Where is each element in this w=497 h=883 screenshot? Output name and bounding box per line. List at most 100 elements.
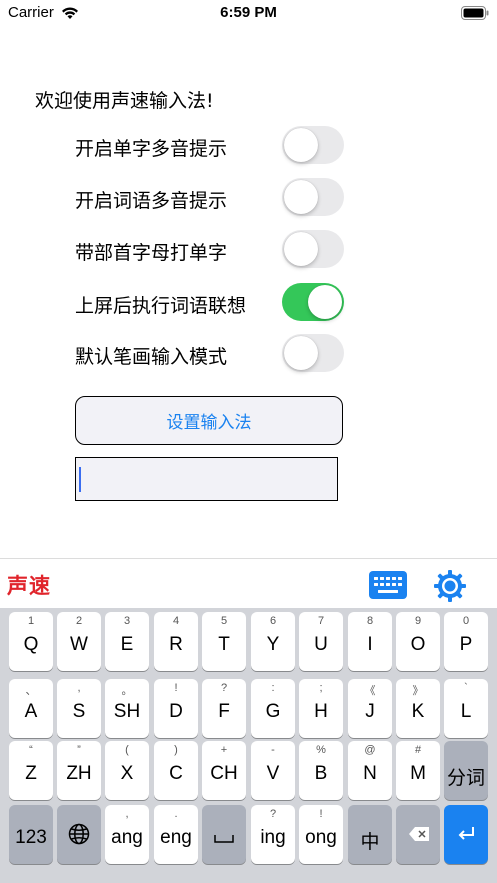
keyboard: 1Q 2W 3E 4R 5T 6Y 7U 8I 9O 0P 、 A ,S 。 SH … xyxy=(0,608,497,883)
toggle-word-association[interactable] xyxy=(282,283,344,321)
key-m[interactable]: # M xyxy=(396,741,440,800)
key-eng[interactable]: . eng xyxy=(154,805,198,864)
gear-icon[interactable] xyxy=(433,569,467,607)
key-hint: 0 xyxy=(462,615,470,627)
key-v[interactable]: -V xyxy=(251,741,295,800)
key-f[interactable]: ? F xyxy=(202,679,246,738)
key-return[interactable] xyxy=(444,805,488,864)
setting-label: 开启词语多音提示 xyxy=(75,190,228,212)
key-label: U xyxy=(314,634,328,655)
key-hint: ! xyxy=(174,682,178,694)
key-l[interactable]: ` L xyxy=(444,679,488,738)
key-j[interactable]: 《 J xyxy=(348,679,392,738)
key-x[interactable]: (X xyxy=(105,741,149,800)
key-hint: ` xyxy=(464,682,468,694)
key-ang[interactable]: , ang xyxy=(105,805,149,864)
key-s[interactable]: ,S xyxy=(57,679,101,738)
toggle-knob xyxy=(308,285,342,319)
key-label: W xyxy=(70,634,88,655)
key-123[interactable]: 123 xyxy=(9,805,53,864)
key-e[interactable]: 3E xyxy=(105,612,149,671)
key-d[interactable]: ! D xyxy=(154,679,198,738)
key-backspace[interactable] xyxy=(396,805,440,864)
key-q[interactable]: 1Q xyxy=(9,612,53,671)
key-label: K xyxy=(411,701,425,722)
key-b[interactable]: % B xyxy=(299,741,343,800)
keyboard-icon[interactable] xyxy=(369,571,407,603)
key-y[interactable]: 6Y xyxy=(251,612,295,671)
key-label: Z xyxy=(25,763,37,784)
key-label: CH xyxy=(210,763,238,784)
key-hint: 》 xyxy=(412,685,424,697)
key-hint: 6 xyxy=(269,615,277,627)
space-icon xyxy=(214,829,234,848)
battery-icon xyxy=(461,5,489,24)
key-hint: 1 xyxy=(27,615,35,627)
key-hint: ( xyxy=(125,744,129,756)
key-i[interactable]: 8I xyxy=(348,612,392,671)
clock: 6:59 PM xyxy=(220,4,277,21)
key-g[interactable]: :G xyxy=(251,679,295,738)
key-label: G xyxy=(265,701,281,722)
key-label: X xyxy=(120,763,134,784)
key-ing[interactable]: ? ing xyxy=(251,805,295,864)
key-label: C xyxy=(169,763,183,784)
key-hint: 。 xyxy=(121,685,133,697)
key-space[interactable] xyxy=(202,805,246,864)
key-hint: ? xyxy=(269,808,277,820)
key-w[interactable]: 2W xyxy=(57,612,101,671)
key-a[interactable]: 、 A xyxy=(9,679,53,738)
toggle-stroke-mode[interactable] xyxy=(282,334,344,372)
key-label: 中 xyxy=(360,832,380,853)
key-label: Y xyxy=(266,634,280,655)
key-label: ang xyxy=(111,827,143,848)
key-hint: 7 xyxy=(317,615,325,627)
key-z[interactable]: “Z xyxy=(9,741,53,800)
key-chinese-mode[interactable]: 中 xyxy=(348,805,392,864)
key-label: N xyxy=(363,763,377,784)
key-fenci[interactable]: 分词 xyxy=(444,741,488,800)
toggle-word-polyphone[interactable] xyxy=(282,178,344,216)
key-n[interactable]: @ N xyxy=(348,741,392,800)
key-hint: ! xyxy=(319,808,323,820)
key-t[interactable]: 5T xyxy=(202,612,246,671)
key-sh[interactable]: 。 SH xyxy=(105,679,149,738)
key-o[interactable]: 9O xyxy=(396,612,440,671)
key-hint: 《 xyxy=(364,685,376,697)
key-hint: ” xyxy=(77,744,81,756)
key-r[interactable]: 4R xyxy=(154,612,198,671)
key-label: J xyxy=(365,701,375,722)
key-label: B xyxy=(314,763,328,784)
key-c[interactable]: ) C xyxy=(154,741,198,800)
toggle-knob xyxy=(284,336,318,370)
key-label: 分词 xyxy=(446,768,485,789)
text-caret xyxy=(79,467,81,492)
key-label: S xyxy=(72,701,86,722)
toggle-radical-letter[interactable] xyxy=(282,230,344,268)
key-label: I xyxy=(367,634,373,655)
key-ch[interactable]: + CH xyxy=(202,741,246,800)
text-input-field[interactable] xyxy=(75,457,338,501)
key-label: H xyxy=(314,701,328,722)
key-hint: ; xyxy=(319,682,323,694)
key-u[interactable]: 7U xyxy=(299,612,343,671)
key-hint: , xyxy=(77,682,81,694)
key-hint: “ xyxy=(29,744,33,756)
key-h[interactable]: ; H xyxy=(299,679,343,738)
key-zh[interactable]: ” ZH xyxy=(57,741,101,800)
setup-input-method-button[interactable]: 设置输入法 xyxy=(75,396,343,445)
setting-row-single-char-polyphone: 开启单字多音提示 xyxy=(75,126,345,166)
keyboard-toolbar: 声速 xyxy=(0,558,497,609)
key-hint: ? xyxy=(220,682,228,694)
key-label: R xyxy=(169,634,183,655)
setting-label: 默认笔画输入模式 xyxy=(75,346,228,368)
toggle-single-char-polyphone[interactable] xyxy=(282,126,344,164)
key-globe[interactable] xyxy=(57,805,101,864)
backspace-icon xyxy=(408,826,430,846)
key-k[interactable]: 》 K xyxy=(396,679,440,738)
key-label: F xyxy=(218,701,230,722)
key-ong[interactable]: ! ong xyxy=(299,805,343,864)
key-hint: @ xyxy=(364,744,376,756)
key-p[interactable]: 0P xyxy=(444,612,488,671)
setting-label: 开启单字多音提示 xyxy=(75,138,228,160)
